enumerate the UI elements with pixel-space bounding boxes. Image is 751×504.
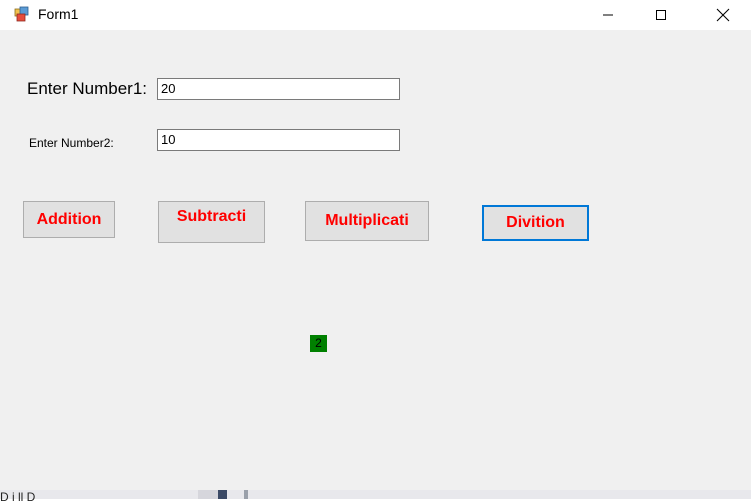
window-title: Form1 (38, 6, 79, 22)
maximize-button[interactable] (638, 0, 684, 30)
background-partial-text: D i ll D (0, 490, 36, 504)
number1-label: Enter Number1: (27, 79, 147, 98)
close-button[interactable] (700, 0, 746, 30)
multiplication-button[interactable]: Multiplicati (305, 201, 429, 241)
background-segment (218, 489, 227, 499)
number2-input[interactable]: 10 (157, 129, 400, 151)
winforms-app-icon (14, 6, 30, 22)
form-window: Form1 Enter Number1: 20 Enter Number2: 1… (0, 0, 751, 490)
number2-label: Enter Number2: (29, 136, 114, 150)
division-button[interactable]: Divition (482, 205, 589, 241)
title-bar[interactable]: Form1 (0, 0, 751, 30)
number1-input[interactable]: 20 (157, 78, 400, 100)
maximize-icon (656, 10, 666, 20)
addition-button[interactable]: Addition (23, 201, 115, 238)
result-label: 2 (310, 335, 327, 352)
subtraction-button[interactable]: Subtracti (158, 201, 265, 243)
close-icon (716, 8, 730, 22)
background-segment (198, 489, 218, 499)
background-app-strip: D i ll D (0, 489, 751, 503)
minimize-button[interactable] (585, 0, 631, 30)
background-segment (244, 489, 248, 499)
minimize-icon (603, 14, 613, 16)
